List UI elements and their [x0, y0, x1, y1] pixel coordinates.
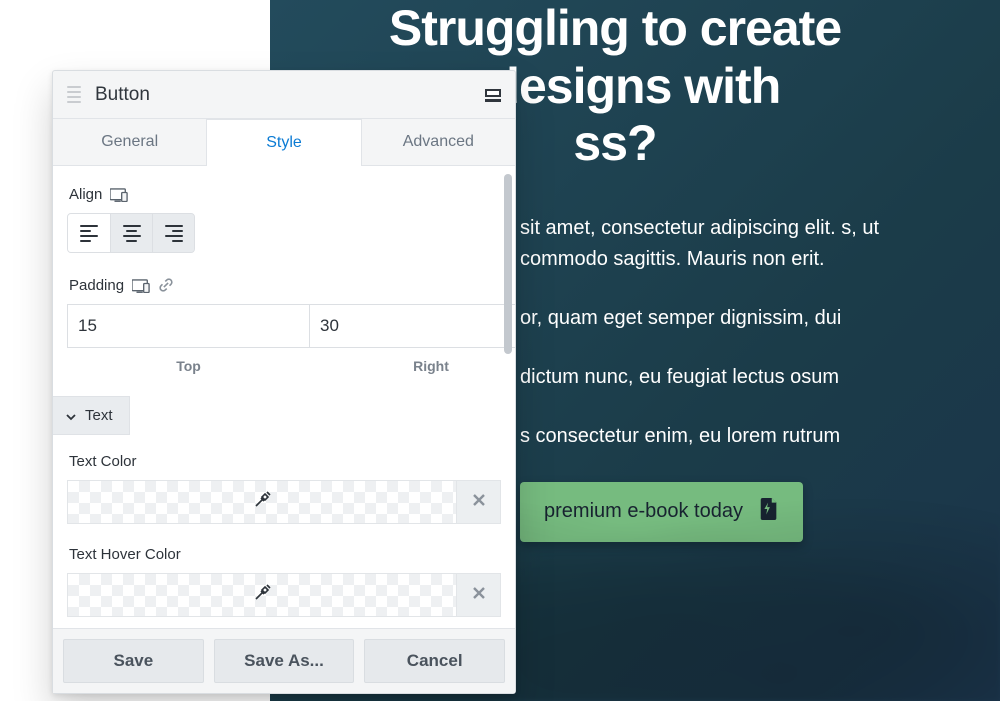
padding-right-input[interactable]	[310, 304, 515, 348]
close-icon	[471, 585, 487, 606]
responsive-icon[interactable]	[110, 188, 128, 202]
padding-label: Padding	[69, 277, 124, 294]
text-color-label: Text Color	[69, 453, 499, 470]
tab-advanced[interactable]: Advanced	[362, 119, 515, 165]
eyedropper-icon	[253, 584, 271, 607]
link-values-icon[interactable]	[158, 278, 174, 294]
drag-handle-icon[interactable]	[67, 86, 81, 103]
editor-panel: Button General Style Advanced Align	[52, 70, 516, 694]
align-right-button[interactable]	[152, 214, 194, 252]
save-button[interactable]: Save	[63, 639, 204, 683]
window-restore-icon[interactable]	[485, 88, 501, 102]
padding-top-label: Top	[67, 358, 310, 374]
align-right-icon	[165, 225, 183, 242]
panel-body: Align Padding	[53, 166, 515, 628]
tab-style[interactable]: Style	[206, 119, 361, 166]
text-hover-color-picker[interactable]	[67, 573, 457, 617]
text-hover-color-clear-button[interactable]	[457, 573, 501, 617]
align-center-button[interactable]	[110, 214, 152, 252]
text-hover-color-label: Text Hover Color	[69, 546, 499, 563]
scrollbar-thumb[interactable]	[504, 174, 512, 354]
panel-tabs: General Style Advanced	[53, 119, 515, 166]
panel-footer: Save Save As... Cancel	[53, 628, 515, 693]
align-center-icon	[123, 225, 141, 242]
align-left-button[interactable]	[68, 214, 110, 252]
text-color-clear-button[interactable]	[457, 480, 501, 524]
padding-right-label: Right	[310, 358, 515, 374]
tab-general[interactable]: General	[53, 119, 206, 165]
cancel-button[interactable]: Cancel	[364, 639, 505, 683]
save-as-button[interactable]: Save As...	[214, 639, 355, 683]
panel-header[interactable]: Button	[53, 71, 515, 119]
padding-inputs: Top Right Bottom Left px	[67, 304, 501, 374]
text-color-picker[interactable]	[67, 480, 457, 524]
align-left-icon	[80, 225, 98, 242]
padding-top-input[interactable]	[67, 304, 310, 348]
align-toggle-group	[67, 213, 195, 253]
responsive-icon[interactable]	[132, 279, 150, 293]
chevron-down-icon	[65, 410, 77, 422]
close-icon	[471, 492, 487, 513]
panel-title: Button	[95, 84, 485, 106]
align-label: Align	[69, 186, 102, 203]
eyedropper-icon	[253, 491, 271, 514]
text-section-toggle[interactable]: Text	[53, 396, 130, 435]
text-section: Text Text Color	[53, 396, 515, 617]
